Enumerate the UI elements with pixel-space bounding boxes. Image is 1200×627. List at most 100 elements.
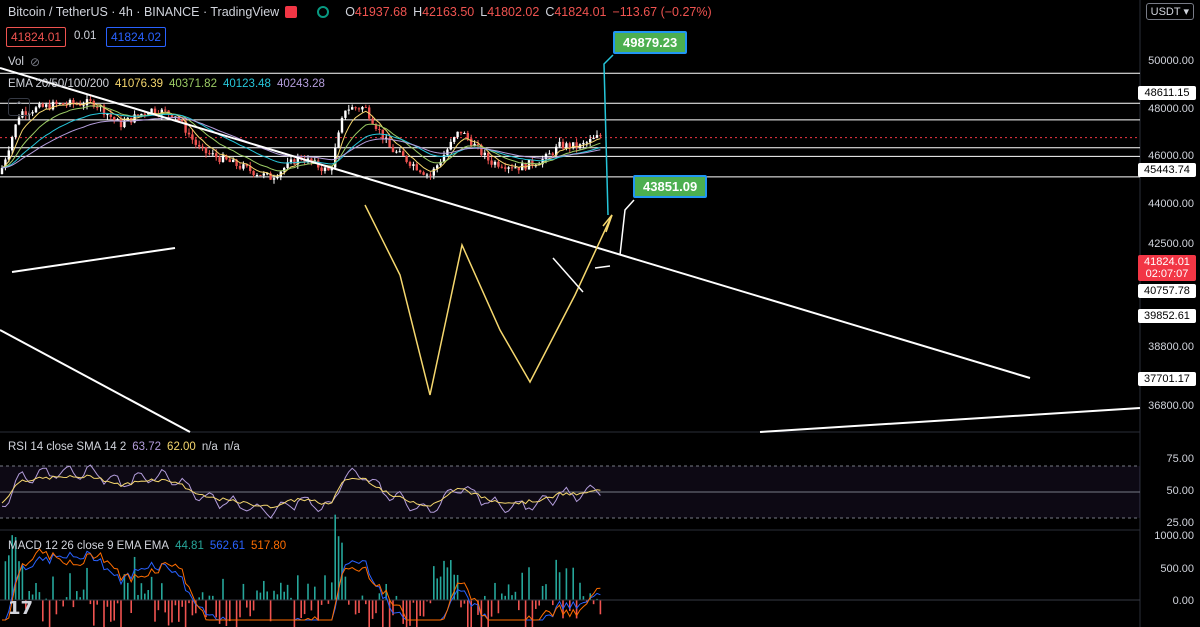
macd-histogram-bar (8, 555, 10, 600)
candle-body (276, 176, 279, 179)
macd-histogram-bar (103, 600, 105, 627)
target-callout-low[interactable]: 43851.09 (633, 175, 708, 198)
candle-body (323, 167, 327, 172)
macd-histogram-bar (565, 568, 568, 600)
macd-histogram-bar (140, 583, 143, 600)
macd-histogram-bar (314, 586, 316, 600)
macd-histogram-bar (86, 567, 88, 600)
macd-histogram-bar (382, 600, 384, 627)
candle-body (507, 167, 510, 169)
macd-histogram-bar (150, 576, 153, 600)
macd-histogram-bar (62, 600, 64, 607)
candle-body (289, 159, 293, 163)
candle-body (483, 152, 486, 155)
candle-body (218, 157, 221, 162)
candle-body (510, 167, 514, 169)
candle-body (371, 118, 374, 125)
candle-body (504, 167, 507, 169)
target-callout-high[interactable]: 49879.23 (613, 31, 688, 54)
macd-histogram-bar (215, 600, 217, 618)
sell-price-box[interactable]: 41824.01 (6, 27, 67, 47)
macd-histogram-bar (249, 600, 251, 617)
candle-body (531, 160, 534, 166)
candle-body (412, 164, 415, 166)
macd-histogram-bar (52, 576, 54, 600)
candle-body (164, 109, 167, 111)
spread-value: 0.01 (74, 30, 97, 42)
symbol-legend: Bitcoin / TetherUS · 4h · BINANCE · Trad… (8, 5, 712, 19)
macd-histogram-bar (38, 592, 41, 600)
chart-canvas[interactable] (0, 0, 1200, 627)
candle-body (487, 152, 490, 161)
eye-hidden-icon[interactable]: ⊘ (30, 55, 40, 69)
candle-body (58, 103, 61, 105)
candle-body (320, 167, 323, 172)
macd-histogram-bar (310, 600, 313, 611)
candle-body (337, 132, 340, 148)
macd-histogram-bar (409, 600, 411, 626)
rsi-tick: 25.00 (1166, 517, 1194, 529)
tradingview-logo-icon[interactable]: 17 (8, 598, 33, 619)
macd-histogram-bar (222, 578, 224, 600)
last-price-tag: 41824.01 02:07:07 (1138, 255, 1196, 281)
symbol-title[interactable]: Bitcoin / TetherUS · 4h · BINANCE · Trad… (8, 5, 279, 19)
candle-body (364, 107, 367, 109)
macd-histogram-bar (521, 572, 523, 600)
macd-histogram-bar (48, 600, 51, 627)
ema-line (1, 105, 601, 172)
candle-body (599, 135, 602, 137)
macd-histogram-bar (69, 573, 71, 600)
pattern-zigzag (364, 204, 613, 396)
trendline-lower (0, 329, 191, 433)
ema200-value: 40243.28 (276, 78, 325, 90)
close-value: 41824.01 (554, 5, 607, 19)
macd-histogram-bar (324, 575, 326, 600)
macd-histogram-bar (93, 600, 95, 626)
candle-body (45, 104, 48, 107)
candle-body (181, 120, 184, 122)
candle-body (211, 153, 214, 155)
macd-histogram-bar (82, 589, 85, 600)
macd-histogram-bar (89, 600, 92, 605)
macd-label[interactable]: MACD 12 26 close 9 EMA EMA (8, 540, 169, 552)
macd-histogram-bar (524, 600, 527, 627)
ema-label[interactable]: EMA 20/50/100/200 (8, 78, 109, 90)
macd-tick: 1000.00 (1154, 530, 1194, 542)
collapse-chevron-icon[interactable]: ⌃ (8, 98, 30, 116)
candle-body (425, 174, 429, 176)
macd-histogram-bar (436, 578, 438, 600)
rsi-label[interactable]: RSI 14 close SMA 14 2 (8, 441, 126, 453)
macd-histogram-bar (18, 561, 20, 600)
candle-body (585, 142, 588, 144)
price-tick: 50000.00 (1148, 55, 1194, 67)
candle-body (113, 116, 116, 120)
price-tick: 46000.00 (1148, 150, 1194, 162)
candle-body (558, 141, 561, 147)
candle-body (143, 113, 146, 115)
volume-legend: Vol ⊘ (8, 55, 40, 69)
macd-histogram-bar (96, 600, 98, 605)
macd-histogram-bar (361, 595, 364, 600)
macd-histogram-bar (259, 592, 262, 600)
candle-body (408, 161, 412, 166)
macd-histogram-bar (297, 575, 299, 600)
candle-body (561, 141, 565, 149)
macd-histogram-bar (167, 600, 170, 626)
macd-histogram-bar (371, 600, 374, 619)
macd-histogram-bar (344, 576, 347, 600)
candle-body (453, 137, 456, 142)
candle-body (490, 160, 493, 165)
macd-histogram-bar (35, 583, 37, 600)
macd-histogram-bar (276, 594, 279, 600)
candle-body (459, 131, 463, 134)
macd-histogram-bar (395, 595, 398, 600)
open-label: O (345, 5, 355, 19)
candle-body (514, 167, 517, 169)
projection-arrow-high (603, 54, 614, 216)
candle-body (565, 143, 568, 149)
currency-selector[interactable]: USDT ▾ (1145, 3, 1194, 20)
candle-body (187, 132, 191, 135)
buy-price-box[interactable]: 41824.02 (106, 27, 167, 47)
macd-histogram-bar (242, 583, 245, 600)
macd-histogram-bar (504, 595, 506, 600)
